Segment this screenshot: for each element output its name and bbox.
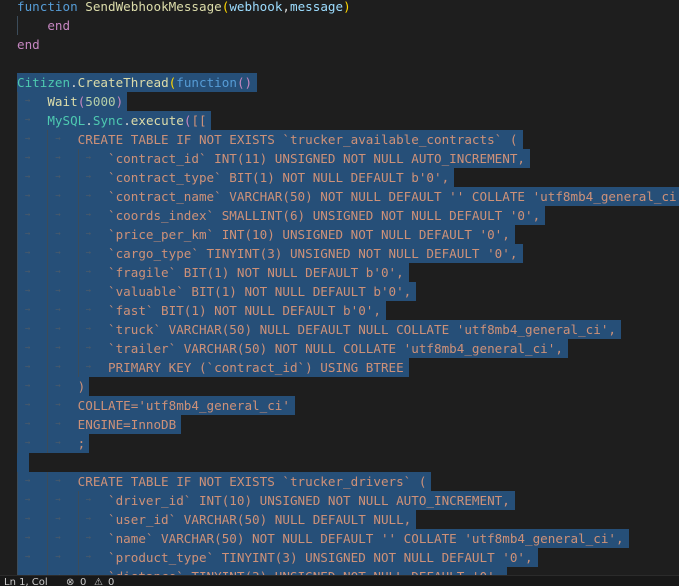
code-text: )	[17, 379, 86, 394]
code-line[interactable]: → → → `fast` BIT(1) NOT NULL DEFAULT b'0',	[0, 301, 679, 320]
code-text: `driver_id` INT(10) UNSIGNED NOT NULL AU…	[17, 493, 510, 508]
code-text: `fast` BIT(1) NOT NULL DEFAULT b'0',	[17, 303, 381, 318]
code-line[interactable]: → → ;	[0, 434, 679, 453]
code-line[interactable]: → → → `contract_type` BIT(1) NOT NULL DEFA…	[0, 168, 679, 187]
code-line[interactable]: → → → `truck` VARCHAR(50) NULL DEFAULT NUL…	[0, 320, 679, 339]
code-line[interactable]: → → ENGINE=InnoDB	[0, 415, 679, 434]
code-line[interactable]: → → → `contract_name` VARCHAR(50) NOT NULL…	[0, 187, 679, 206]
code-line[interactable]: end	[0, 35, 679, 54]
code-text: CREATE TABLE IF NOT EXISTS `trucker_driv…	[17, 474, 427, 489]
code-line[interactable]: → → → `price_per_km` INT(10) UNSIGNED NOT …	[0, 225, 679, 244]
code-line[interactable]: → → CREATE TABLE IF NOT EXISTS `trucker_a…	[0, 130, 679, 149]
code-line[interactable]: → → → `user_id` VARCHAR(50) NULL DEFAULT N…	[0, 510, 679, 529]
code-text: `contract_type` BIT(1) NOT NULL DEFAULT …	[17, 170, 450, 185]
code-line[interactable]: → → → `valuable` BIT(1) NOT NULL DEFAULT b…	[0, 282, 679, 301]
code-line[interactable]: → → → `trailer` VARCHAR(50) NOT NULL COLLA…	[0, 339, 679, 358]
code-text: `contract_name` VARCHAR(50) NOT NULL DEF…	[17, 189, 679, 204]
code-text: `trailer` VARCHAR(50) NOT NULL COLLATE '…	[17, 341, 563, 356]
code-text: CREATE TABLE IF NOT EXISTS `trucker_avai…	[17, 132, 518, 147]
selection-highlight	[17, 453, 29, 472]
code-text: ENGINE=InnoDB	[17, 417, 177, 432]
code-line[interactable]: → → → `product_type` TINYINT(3) UNSIGNED N…	[0, 548, 679, 567]
code-text: function SendWebhookMessage(webhook,mess…	[17, 0, 351, 14]
code-line[interactable]: → → → `driver_id` INT(10) UNSIGNED NOT NUL…	[0, 491, 679, 510]
code-text: `contract_id` INT(11) UNSIGNED NOT NULL …	[17, 151, 525, 166]
code-line[interactable]: → → CREATE TABLE IF NOT EXISTS `trucker_d…	[0, 472, 679, 491]
code-text: MySQL.Sync.execute([[	[47, 113, 207, 128]
status-bar: Ln 1, Col 1 ⊗ 0 ⚠ 0	[0, 575, 679, 586]
code-text: `truck` VARCHAR(50) NULL DEFAULT NULL CO…	[17, 322, 616, 337]
code-text: `cargo_type` TINYINT(3) UNSIGNED NOT NUL…	[17, 246, 518, 261]
code-line[interactable]: → Wait(5000)	[0, 92, 679, 111]
code-text: Citizen.CreateThread(function()	[17, 75, 253, 90]
code-text: PRIMARY KEY (`contract_id`) USING BTREE	[17, 360, 404, 375]
code-text: `valuable` BIT(1) NOT NULL DEFAULT b'0',	[17, 284, 412, 299]
code-line[interactable]	[0, 453, 679, 472]
code-line[interactable]: → → → `name` VARCHAR(50) NOT NULL DEFAULT …	[0, 529, 679, 548]
code-editor[interactable]: function SendWebhookMessage(webhook,mess…	[0, 0, 679, 575]
code-line[interactable]: →→→ `distance` TINYINT(3) UNSIGNED NOT N…	[0, 567, 679, 575]
code-text: end	[47, 18, 71, 33]
code-line[interactable]: → → )	[0, 377, 679, 396]
code-line[interactable]: → → → `contract_id` INT(11) UNSIGNED NOT N…	[0, 149, 679, 168]
code-text: `name` VARCHAR(50) NOT NULL DEFAULT '' C…	[17, 531, 624, 546]
code-line[interactable]: → MySQL.Sync.execute([[	[0, 111, 679, 130]
code-line[interactable]: end	[0, 16, 679, 35]
code-text: ;	[17, 436, 86, 451]
code-text: `distance` TINYINT(3) UNSIGNED NOT NULL …	[17, 567, 502, 575]
code-text: COLLATE='utf8mb4_general_ci'	[17, 398, 290, 413]
code-line[interactable]: Citizen.CreateThread(function()	[0, 73, 679, 92]
code-line[interactable]: → → → `coords_index` SMALLINT(6) UNSIGNED …	[0, 206, 679, 225]
code-line[interactable]: → → → `cargo_type` TINYINT(3) UNSIGNED NOT…	[0, 244, 679, 263]
code-text: `fragile` BIT(1) NOT NULL DEFAULT b'0',	[17, 265, 404, 280]
code-text: `user_id` VARCHAR(50) NULL DEFAULT NULL,	[17, 512, 412, 527]
code-text: end	[17, 37, 40, 52]
code-line[interactable]	[0, 54, 679, 73]
code-text: `product_type` TINYINT(3) UNSIGNED NOT N…	[17, 550, 533, 565]
code-line[interactable]: → → → PRIMARY KEY (`contract_id`) USING BT…	[0, 358, 679, 377]
code-line[interactable]: → → → `fragile` BIT(1) NOT NULL DEFAULT b'…	[0, 263, 679, 282]
code-line[interactable]: → → COLLATE='utf8mb4_general_ci'	[0, 396, 679, 415]
code-text: `coords_index` SMALLINT(6) UNSIGNED NOT …	[17, 208, 541, 223]
code-text: Wait(5000)	[47, 94, 124, 109]
code-text: `price_per_km` INT(10) UNSIGNED NOT NULL…	[17, 227, 510, 242]
code-line[interactable]: function SendWebhookMessage(webhook,mess…	[0, 0, 679, 16]
